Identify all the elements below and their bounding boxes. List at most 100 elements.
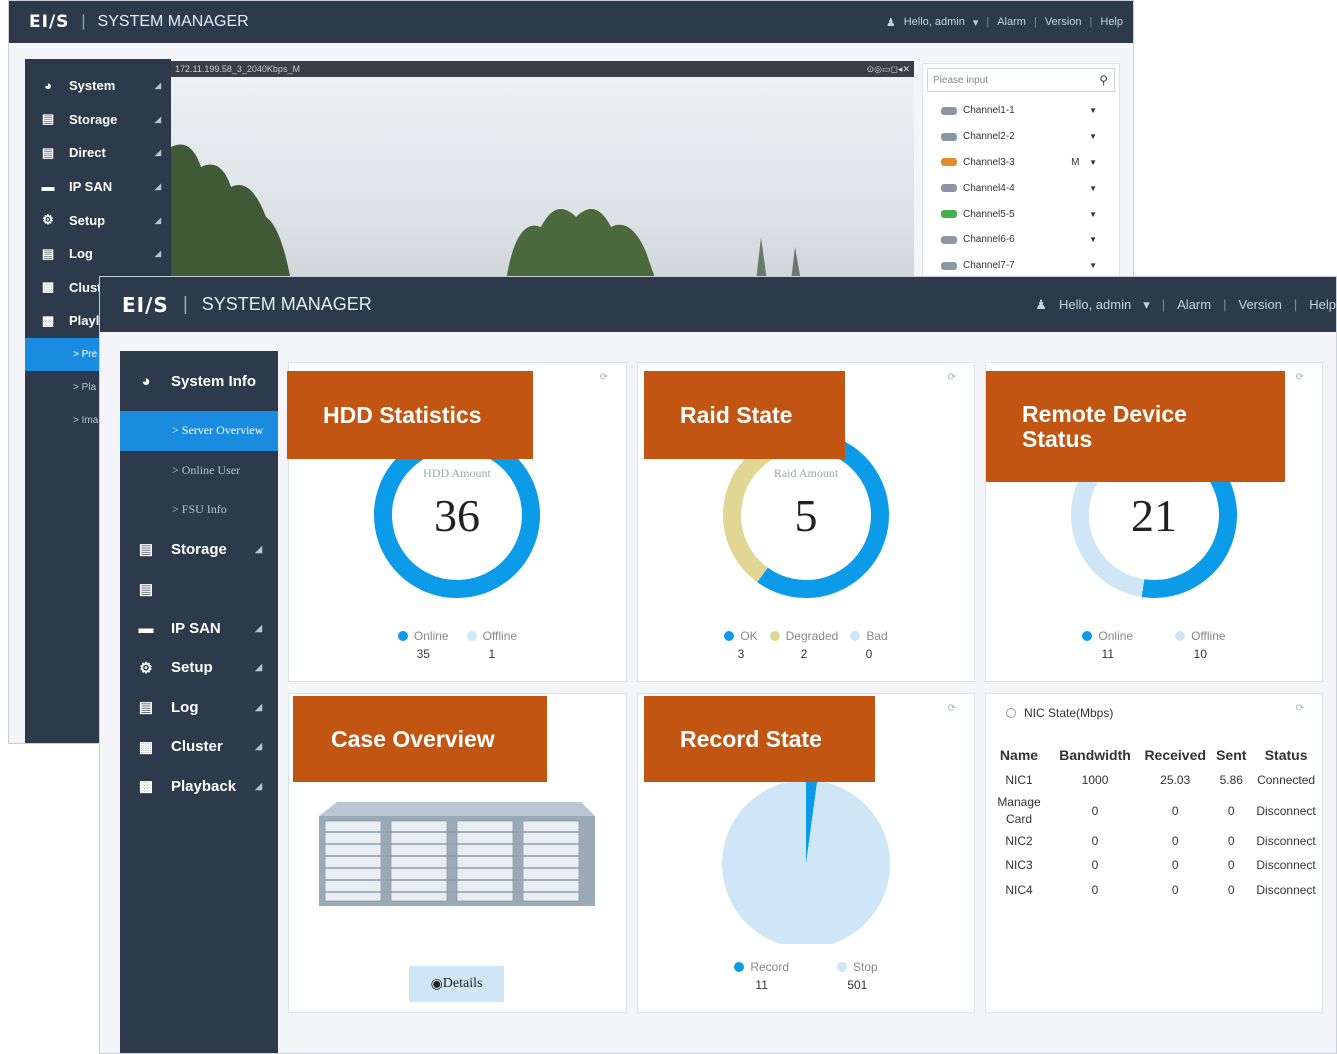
- column-header[interactable]: Sent: [1212, 742, 1250, 768]
- sidebar-item-log[interactable]: ▤ Log ◢: [120, 688, 278, 728]
- table-cell: Connected: [1257, 773, 1316, 788]
- dropdown-icon[interactable]: ▼: [1089, 184, 1097, 193]
- sidebar-subitem-online-user[interactable]: > Online User: [120, 451, 278, 491]
- user-icon: ♟: [885, 16, 896, 29]
- expand-arrow-icon: ◢: [255, 543, 262, 554]
- sidebar-subitem-fsu-info[interactable]: > FSU Info: [120, 490, 278, 530]
- version-link[interactable]: Version: [1045, 16, 1082, 28]
- table-cell: NIC1: [1005, 773, 1033, 788]
- channel-item[interactable]: Channel6-6 ▼: [923, 227, 1119, 253]
- dropdown-icon[interactable]: ▼: [1089, 132, 1097, 141]
- legend-dot: [1082, 631, 1093, 641]
- badge-line: Status: [1022, 425, 1093, 452]
- legend-ok[interactable]: OK 3: [724, 629, 758, 661]
- table-row[interactable]: Manage Card 0 0 0 Disconnect: [986, 793, 1322, 829]
- divider: |: [1089, 16, 1093, 28]
- table-row[interactable]: NIC4 0 0 0 Disconnect: [986, 878, 1322, 903]
- top-bar: EI/S | SYSTEM MANAGER ♟ Hello, admin ▾ |…: [100, 277, 1336, 332]
- sidebar-subitem-server-overview[interactable]: > Server Overview: [120, 411, 278, 451]
- top-links: ♟ Hello, admin ▾ | Alarm | Version | Hel…: [1035, 297, 1336, 313]
- legend-degraded[interactable]: Degraded 2: [769, 629, 838, 661]
- donut-segment-ok[interactable]: [757, 432, 889, 598]
- channel-item[interactable]: Channel5-5 ▼: [923, 201, 1119, 227]
- column-header[interactable]: Received: [1138, 742, 1212, 768]
- legend-offline[interactable]: Offline 1: [466, 629, 518, 661]
- sidebar-item-storage[interactable]: ▤ Storage ◢: [120, 530, 278, 570]
- help-link[interactable]: Help: [1100, 16, 1123, 28]
- legend-online[interactable]: Online 35: [397, 629, 449, 661]
- channel-item[interactable]: Channel4-4 ▼: [923, 175, 1119, 201]
- legend-dot: [850, 631, 861, 641]
- raid-state-badge: Raid State: [644, 371, 845, 459]
- table-cell: 0: [1091, 833, 1099, 848]
- top-links: ♟ Hello, admin ▾ | Alarm | Version | Hel…: [886, 16, 1123, 29]
- tree-silhouettes: [171, 144, 801, 281]
- sidebar-item-label: IP SAN: [69, 179, 113, 195]
- playback-icon: ▩: [41, 312, 55, 328]
- table-row[interactable]: NIC3 0 0 0 Disconnect: [986, 853, 1322, 878]
- sidebar-item-label: IP SAN: [171, 619, 221, 637]
- sidebar-item-cluster[interactable]: ▦ Cluster ◢: [120, 727, 278, 767]
- table-row[interactable]: NIC1 1000 25.03 5.86 Connected: [986, 768, 1322, 793]
- channel-item[interactable]: Channel1-1 ▼: [923, 98, 1119, 124]
- alarm-link[interactable]: Alarm: [997, 16, 1026, 28]
- table-cell: 0: [1091, 803, 1099, 818]
- sidebar-item-playback[interactable]: ▩ Playback ◢: [120, 767, 278, 807]
- channel-item[interactable]: Channel7-7 ▼: [923, 253, 1119, 279]
- legend-dot: [1175, 631, 1186, 641]
- column-header[interactable]: Bandwidth: [1052, 742, 1138, 768]
- sidebar-item-ip-san[interactable]: ▬ IP SAN ◢: [120, 609, 278, 649]
- sidebar-item-label: System: [69, 78, 116, 94]
- version-link[interactable]: Version: [1238, 297, 1281, 312]
- legend-offline[interactable]: Offline 10: [1175, 629, 1226, 661]
- badge-line: Remote Device: [1022, 400, 1187, 427]
- nic-title: NIC State(Mbps): [1006, 706, 1113, 720]
- table-cell: Disconnect: [1256, 882, 1316, 897]
- sidebar-item-setup[interactable]: ⚙ Setup ◢: [120, 648, 278, 688]
- sidebar-item-direct[interactable]: ▤: [120, 569, 278, 609]
- dropdown-icon[interactable]: ▼: [1089, 106, 1097, 115]
- user-menu[interactable]: Hello, admin: [904, 16, 965, 28]
- channel-item[interactable]: Channel3-3 M ▼: [923, 150, 1119, 176]
- sidebar-item-direct[interactable]: ▤ Direct ◢: [25, 136, 171, 170]
- table-cell: 0: [1227, 833, 1235, 848]
- table-row[interactable]: NIC2 0 0 0 Disconnect: [986, 829, 1322, 854]
- channel-search-input[interactable]: Please input ⚲: [927, 68, 1115, 92]
- table-cell: 5.86: [1219, 773, 1243, 788]
- sidebar-item-label: Playl: [69, 313, 100, 329]
- dropdown-icon[interactable]: ▼: [1089, 210, 1097, 219]
- channel-item[interactable]: Channel2-2 ▼: [923, 124, 1119, 150]
- record-state-badge: Record State: [644, 696, 875, 782]
- record-state-card: ⟳ Record 11 Stop 501 Record State: [637, 693, 975, 1013]
- video-stream-name: 172.11.199.58_3_2040Kbps_M: [175, 64, 300, 74]
- legend-bad[interactable]: Bad 0: [850, 629, 888, 661]
- legend-value: 3: [737, 647, 745, 661]
- legend-record[interactable]: Record 11: [734, 960, 789, 992]
- document-icon: ▤: [138, 699, 154, 717]
- legend-label: Offline: [482, 629, 518, 643]
- dropdown-icon[interactable]: ▼: [1089, 235, 1097, 244]
- legend-online[interactable]: Online 11: [1082, 629, 1133, 661]
- sidebar-item-log[interactable]: ▤ Log ◢: [25, 237, 171, 271]
- sidebar-item-setup[interactable]: ⚙ Setup ◢: [25, 203, 171, 237]
- sidebar-item-ip-san[interactable]: ▬ IP SAN ◢: [25, 170, 171, 204]
- alarm-link[interactable]: Alarm: [1177, 297, 1211, 312]
- user-menu[interactable]: Hello, admin: [1059, 297, 1131, 312]
- refresh-icon[interactable]: ⟳: [1296, 703, 1304, 714]
- sidebar-item-storage[interactable]: ▤ Storage ◢: [25, 103, 171, 137]
- sidebar-item-system[interactable]: ◕ System ◢: [25, 69, 171, 103]
- details-button[interactable]: ◉ Details: [409, 966, 504, 1002]
- search-icon[interactable]: ⚲: [1099, 73, 1108, 87]
- dropdown-icon[interactable]: ▼: [1089, 261, 1097, 270]
- legend-stop[interactable]: Stop 501: [837, 960, 878, 992]
- video-controls[interactable]: ⊙◎▭◻◂✕: [867, 64, 910, 75]
- help-link[interactable]: Help: [1309, 297, 1336, 312]
- column-header[interactable]: Status: [1250, 742, 1322, 768]
- video-player[interactable]: 172.11.199.58_3_2040Kbps_M ⊙◎▭◻◂✕: [171, 61, 914, 281]
- direct-icon: ▤: [41, 144, 55, 160]
- record-legend: Record 11 Stop 501: [638, 960, 974, 992]
- sidebar-item-system-info[interactable]: ◕ System Info: [120, 351, 278, 411]
- pie-slice-stop[interactable]: [722, 780, 890, 944]
- column-header[interactable]: Name: [986, 742, 1052, 768]
- dropdown-icon[interactable]: ▼: [1089, 158, 1097, 167]
